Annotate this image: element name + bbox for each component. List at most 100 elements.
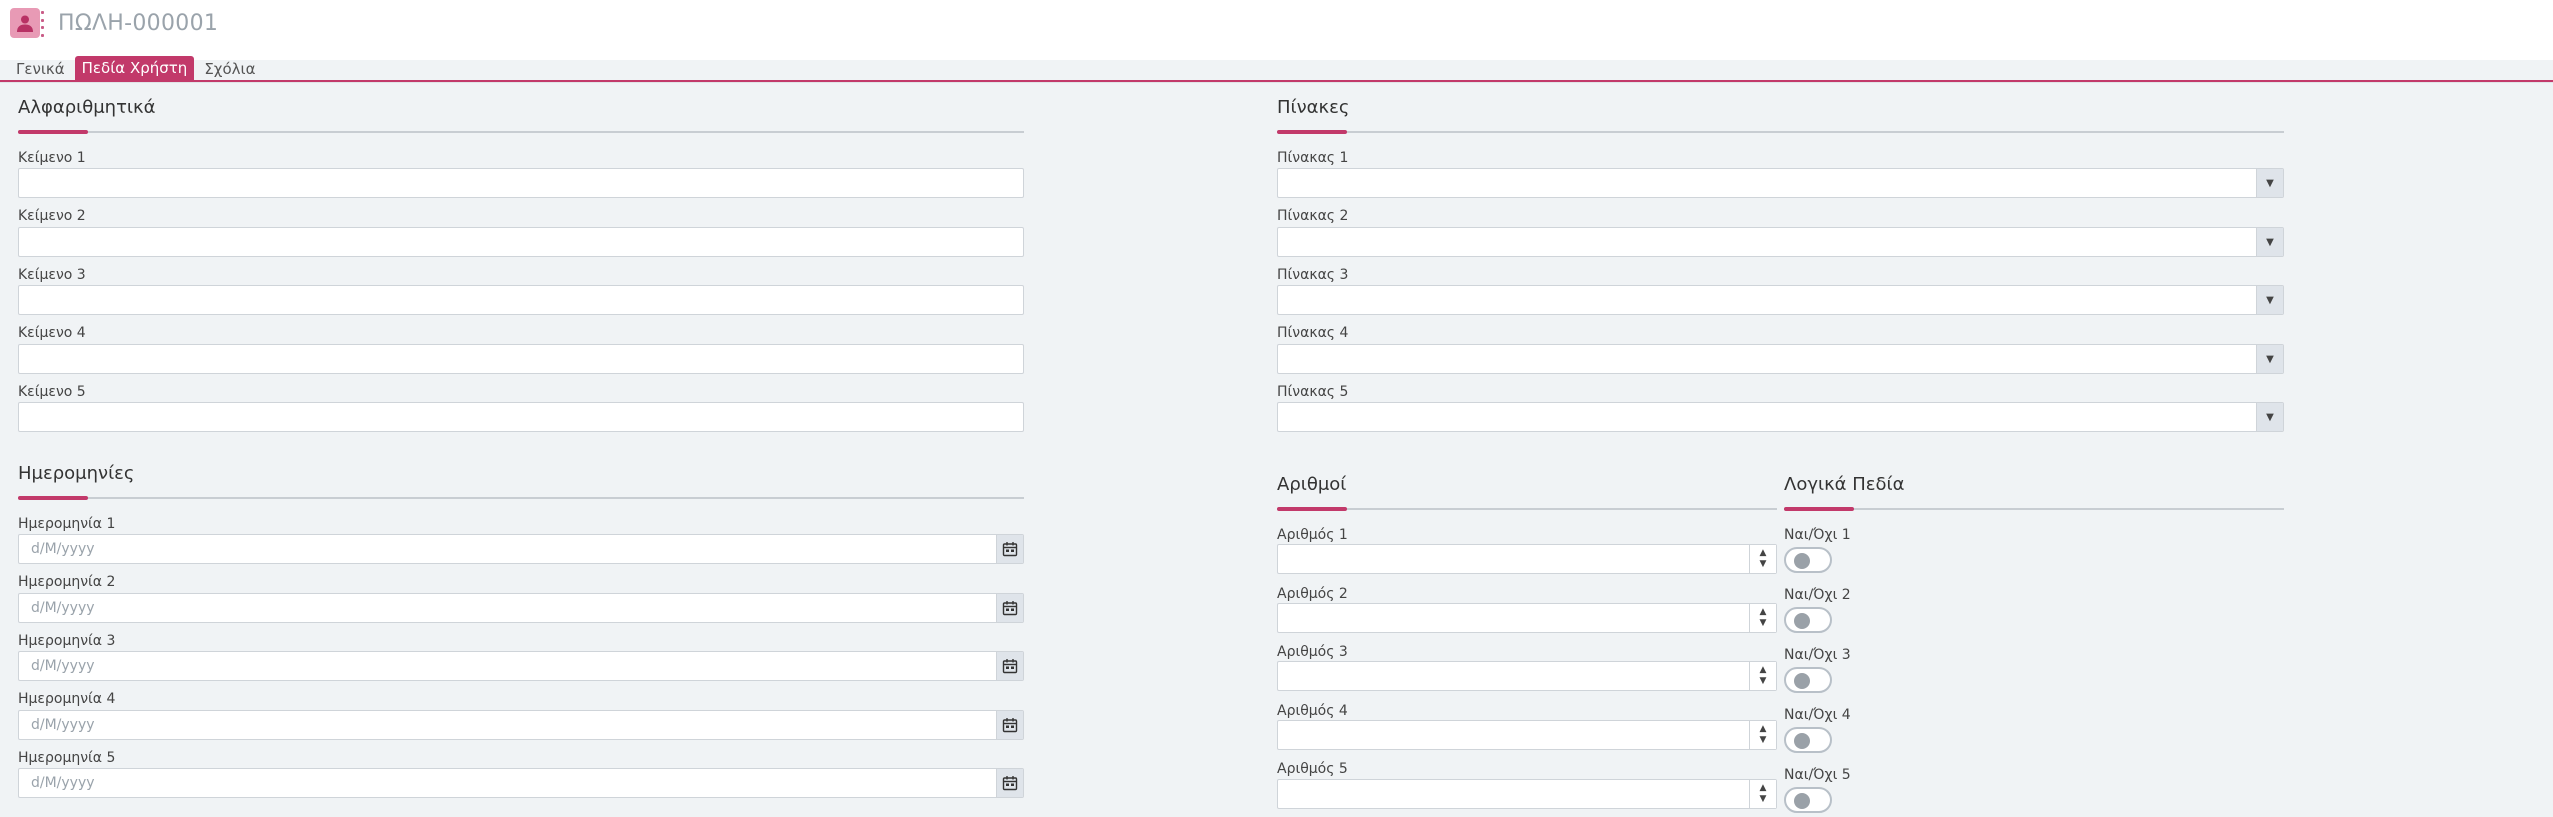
number-field-label-4: Αριθμός 4 — [1277, 703, 1348, 719]
toggle-knob — [1794, 733, 1810, 749]
caret-down-icon[interactable]: ▼ — [1760, 677, 1767, 686]
toggle-knob — [1794, 673, 1810, 689]
number-stepper[interactable]: ▲ ▼ — [1749, 545, 1776, 573]
number-input-2[interactable]: ▲ ▼ — [1277, 603, 1777, 633]
section-title-text: Αλφαριθμητικά — [18, 97, 156, 118]
table-select-2[interactable]: ▼ — [1277, 227, 2284, 257]
caret-up-icon[interactable]: ▲ — [1760, 725, 1767, 734]
date-placeholder: d/M/yyyy — [31, 717, 95, 733]
table-select-5[interactable]: ▼ — [1277, 402, 2284, 432]
calendar-icon — [1002, 718, 1018, 733]
boolean-field-label-2: Ναι/Όχι 2 — [1784, 587, 1851, 603]
section-accent — [18, 130, 88, 134]
calendar-button[interactable] — [996, 535, 1023, 563]
text-field-input-5[interactable] — [18, 402, 1024, 432]
table-field-label-5: Πίνακας 5 — [1277, 384, 1349, 400]
tab-strip: Γενικά Πεδία Χρήστη Σχόλια — [12, 56, 259, 80]
calendar-button[interactable] — [996, 594, 1023, 622]
text-field-label-4: Κείμενο 4 — [18, 325, 86, 341]
calendar-button[interactable] — [996, 652, 1023, 680]
date-field-label-3: Ημερομηνία 3 — [18, 633, 116, 649]
number-stepper[interactable]: ▲ ▼ — [1749, 780, 1776, 808]
date-placeholder: d/M/yyyy — [31, 600, 95, 616]
caret-down-icon: ▼ — [2266, 353, 2274, 365]
dropdown-button[interactable]: ▼ — [2256, 228, 2283, 256]
boolean-toggle-2[interactable] — [1784, 607, 1832, 633]
date-placeholder: d/M/yyyy — [31, 775, 95, 791]
table-select-1[interactable]: ▼ — [1277, 168, 2284, 198]
text-field-input-3[interactable] — [18, 285, 1024, 315]
date-input-2[interactable]: d/M/yyyy — [18, 593, 1024, 623]
text-field-label-5: Κείμενο 5 — [18, 384, 86, 400]
boolean-toggle-1[interactable] — [1784, 547, 1832, 573]
section-title-numbers: Αριθμοί — [1277, 474, 1347, 495]
date-placeholder: d/M/yyyy — [31, 658, 95, 674]
tab-general[interactable]: Γενικά — [12, 58, 69, 80]
toggle-knob — [1794, 613, 1810, 629]
section-rule — [18, 497, 1024, 499]
table-select-3[interactable]: ▼ — [1277, 285, 2284, 315]
number-input-5[interactable]: ▲ ▼ — [1277, 779, 1777, 809]
date-field-label-2: Ημερομηνία 2 — [18, 574, 116, 590]
caret-down-icon: ▼ — [2266, 236, 2274, 248]
section-rule — [1277, 508, 1777, 510]
section-accent — [1784, 507, 1854, 511]
caret-down-icon[interactable]: ▼ — [1760, 736, 1767, 745]
boolean-field-label-1: Ναι/Όχι 1 — [1784, 527, 1851, 543]
section-title-dates: Ημερομηνίες — [18, 463, 135, 484]
text-field-input-1[interactable] — [18, 168, 1024, 198]
tab-divider — [0, 82, 2553, 83]
text-field-label-2: Κείμενο 2 — [18, 208, 86, 224]
caret-down-icon: ▼ — [2266, 294, 2274, 306]
text-field-input-2[interactable] — [18, 227, 1024, 257]
section-title-booleans: Λογικά Πεδία — [1784, 474, 1905, 495]
text-field-label-1: Κείμενο 1 — [18, 150, 86, 166]
caret-up-icon[interactable]: ▲ — [1760, 784, 1767, 793]
number-stepper[interactable]: ▲ ▼ — [1749, 662, 1776, 690]
table-field-label-2: Πίνακας 2 — [1277, 208, 1349, 224]
table-select-4[interactable]: ▼ — [1277, 344, 2284, 374]
caret-up-icon[interactable]: ▲ — [1760, 549, 1767, 558]
table-field-label-4: Πίνακας 4 — [1277, 325, 1349, 341]
calendar-icon — [1002, 659, 1018, 674]
date-input-3[interactable]: d/M/yyyy — [18, 651, 1024, 681]
tab-comments[interactable]: Σχόλια — [200, 58, 259, 80]
date-input-4[interactable]: d/M/yyyy — [18, 710, 1024, 740]
dropdown-button[interactable]: ▼ — [2256, 345, 2283, 373]
table-field-label-3: Πίνακας 3 — [1277, 267, 1349, 283]
calendar-button[interactable] — [996, 769, 1023, 797]
caret-down-icon[interactable]: ▼ — [1760, 619, 1767, 628]
boolean-toggle-4[interactable] — [1784, 727, 1832, 753]
boolean-toggle-5[interactable] — [1784, 787, 1832, 813]
calendar-button[interactable] — [996, 711, 1023, 739]
caret-up-icon[interactable]: ▲ — [1760, 608, 1767, 617]
number-stepper[interactable]: ▲ ▼ — [1749, 721, 1776, 749]
record-avatar-button[interactable] — [10, 8, 40, 38]
number-input-4[interactable]: ▲ ▼ — [1277, 720, 1777, 750]
calendar-icon — [1002, 601, 1018, 616]
caret-up-icon[interactable]: ▲ — [1760, 666, 1767, 675]
caret-down-icon[interactable]: ▼ — [1760, 560, 1767, 569]
date-field-label-1: Ημερομηνία 1 — [18, 516, 116, 532]
dropdown-button[interactable]: ▼ — [2256, 169, 2283, 197]
date-input-5[interactable]: d/M/yyyy — [18, 768, 1024, 798]
record-menu-handle[interactable] — [41, 11, 45, 37]
number-field-label-2: Αριθμός 2 — [1277, 586, 1348, 602]
top-bar: ΠΩΛΗ-000001 — [0, 0, 2553, 60]
number-stepper[interactable]: ▲ ▼ — [1749, 604, 1776, 632]
boolean-toggle-3[interactable] — [1784, 667, 1832, 693]
number-input-3[interactable]: ▲ ▼ — [1277, 661, 1777, 691]
text-field-input-4[interactable] — [18, 344, 1024, 374]
tab-user-fields[interactable]: Πεδία Χρήστη — [74, 56, 195, 80]
caret-down-icon[interactable]: ▼ — [1760, 795, 1767, 804]
dropdown-button[interactable]: ▼ — [2256, 286, 2283, 314]
date-input-1[interactable]: d/M/yyyy — [18, 534, 1024, 564]
boolean-field-label-4: Ναι/Όχι 4 — [1784, 707, 1851, 723]
section-accent — [18, 496, 88, 500]
toggle-knob — [1794, 793, 1810, 809]
date-field-label-4: Ημερομηνία 4 — [18, 691, 116, 707]
number-input-1[interactable]: ▲ ▼ — [1277, 544, 1777, 574]
record-title: ΠΩΛΗ-000001 — [58, 11, 219, 36]
dropdown-button[interactable]: ▼ — [2256, 403, 2283, 431]
section-rule — [18, 131, 1024, 133]
